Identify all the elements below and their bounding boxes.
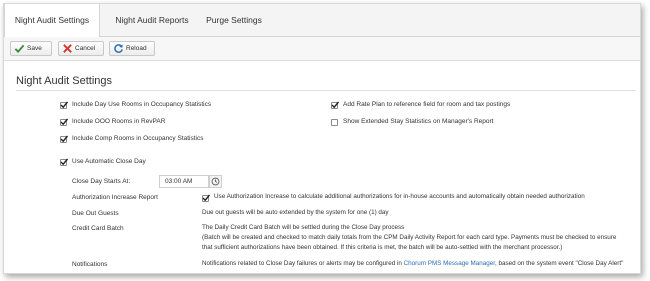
comp-rooms-checkbox[interactable] — [60, 135, 68, 143]
cancel-button[interactable]: Cancel — [58, 41, 104, 56]
day-use-rooms-checkbox[interactable] — [60, 101, 68, 109]
tab-purge-settings[interactable]: Purge Settings — [200, 4, 268, 37]
checkmark-icon — [60, 158, 68, 166]
credit-card-line1: The Daily Credit Card Batch will be sett… — [202, 224, 405, 231]
authorization-description: Use Authorization Increase to calculate … — [214, 193, 585, 200]
checkmark-icon — [331, 101, 339, 109]
extended-stay-checkbox[interactable] — [331, 119, 338, 126]
authorization-checkbox[interactable] — [202, 194, 210, 202]
reload-label: Reload — [126, 45, 147, 52]
rate-plan-reference-checkbox[interactable] — [331, 101, 339, 109]
auto-close-day-checkbox[interactable] — [60, 158, 68, 166]
notifications-label: Notifications — [72, 261, 108, 268]
checkmark-icon — [14, 44, 25, 54]
clock-icon — [211, 177, 220, 186]
comp-rooms-label: Include Comp Rooms in Occupancy Statisti… — [72, 135, 204, 142]
notifications-text-before: Notifications related to Close Day failu… — [202, 260, 404, 267]
page-title: Night Audit Settings — [16, 75, 113, 87]
divider — [16, 90, 636, 91]
due-out-description: Due out guests will be auto extended by … — [202, 209, 389, 216]
notifications-text-after: , based on the system event "Close Day A… — [494, 260, 624, 267]
notifications-description: Notifications related to Close Day failu… — [202, 259, 623, 269]
credit-card-label: Credit Card Batch — [72, 225, 124, 232]
auto-close-day-label: Use Automatic Close Day — [72, 158, 146, 165]
rate-plan-reference-label: Add Rate Plan to reference field for roo… — [343, 101, 511, 108]
close-icon — [63, 44, 72, 53]
close-day-start-label: Close Day Starts At: — [72, 178, 131, 185]
credit-card-line3: that sufficient authorizations have been… — [202, 244, 563, 251]
checkmark-icon — [60, 101, 68, 109]
close-day-time-input[interactable]: 03:00 AM — [159, 175, 209, 188]
tab-night-audit-settings[interactable]: Night Audit Settings — [4, 4, 100, 38]
refresh-icon — [114, 44, 123, 53]
due-out-label: Due Out Guests — [72, 210, 119, 217]
ooo-rooms-checkbox[interactable] — [60, 118, 68, 126]
tab-night-audit-reports[interactable]: Night Audit Reports — [104, 4, 200, 37]
app-window: Night Audit Settings Night Audit Reports… — [3, 3, 641, 274]
cancel-label: Cancel — [75, 45, 96, 52]
time-picker-button[interactable] — [209, 175, 222, 188]
checkmark-icon — [60, 118, 68, 126]
save-button[interactable]: Save — [10, 41, 52, 56]
message-manager-link[interactable]: Chorum PMS Message Manager — [404, 260, 495, 267]
ooo-rooms-label: Include OOO Rooms in RevPAR — [72, 118, 166, 125]
authorization-label: Authorization Increase Report — [72, 194, 158, 201]
day-use-rooms-label: Include Day Use Rooms in Occupancy Stati… — [72, 101, 212, 108]
reload-button[interactable]: Reload — [109, 41, 155, 56]
save-label: Save — [27, 45, 42, 52]
checkmark-icon — [60, 135, 68, 143]
checkmark-icon — [202, 194, 210, 202]
credit-card-line2: (Batch will be created and checked to ma… — [202, 234, 617, 241]
toolbar: Save Cancel Reload — [4, 37, 640, 61]
tab-bar: Night Audit Settings Night Audit Reports… — [4, 4, 640, 38]
extended-stay-label: Show Extended Stay Statistics on Manager… — [343, 118, 494, 125]
